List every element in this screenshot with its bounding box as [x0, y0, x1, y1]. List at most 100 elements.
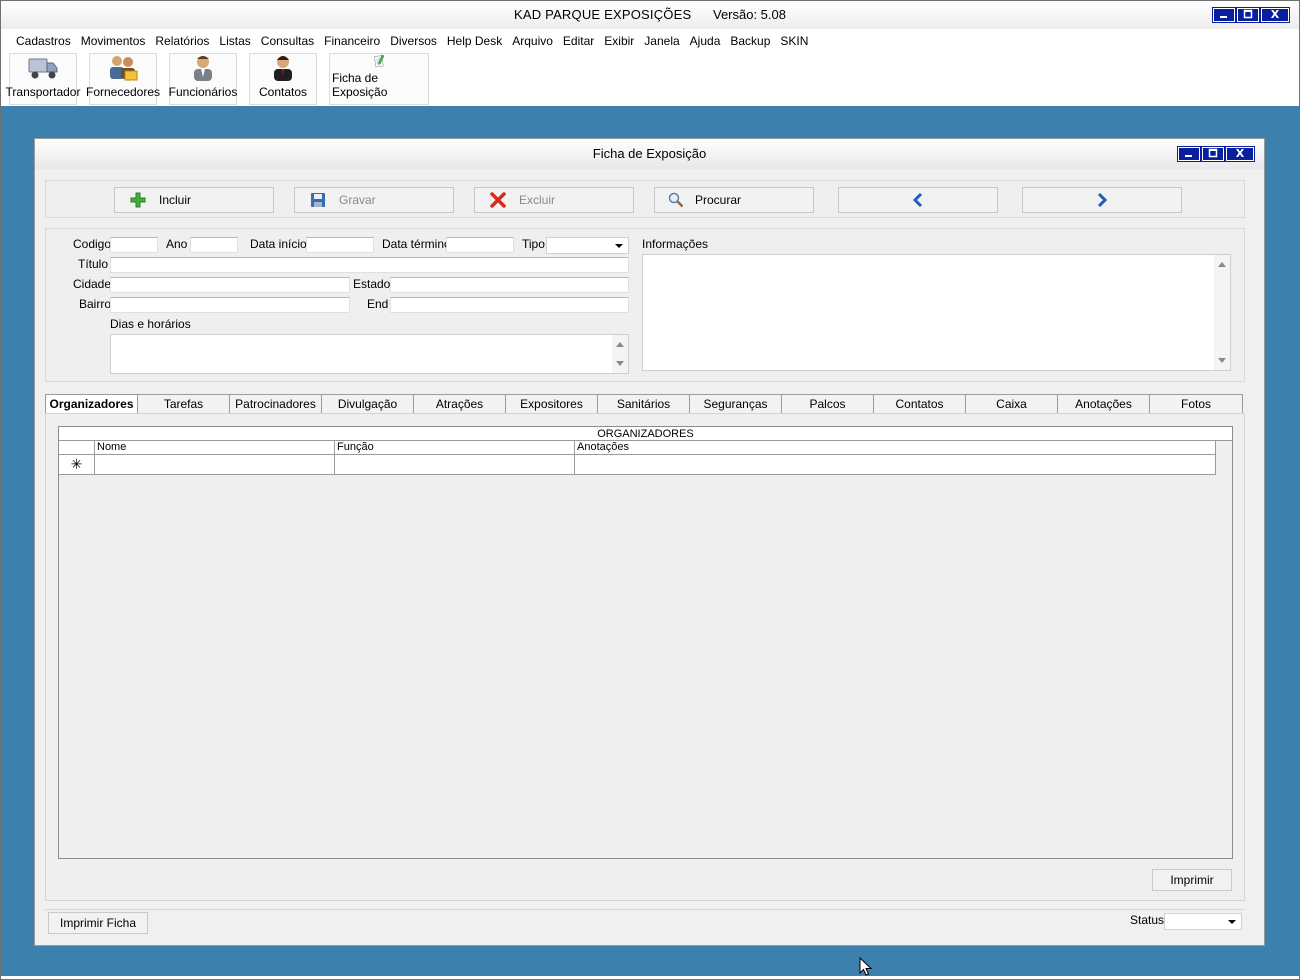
estado-label: Estado — [353, 277, 391, 291]
table-row: ✳ — [59, 455, 1216, 475]
maximize-icon — [1208, 148, 1218, 158]
data-inicio-field[interactable] — [306, 237, 374, 253]
estado-field[interactable] — [390, 277, 629, 293]
toolbar-funcionarios-button[interactable]: Funcionários — [169, 53, 237, 105]
cidade-field[interactable] — [110, 277, 350, 293]
menu-consultas[interactable]: Consultas — [256, 31, 319, 51]
cell-funcao[interactable] — [335, 455, 575, 475]
organizadores-grid[interactable]: ORGANIZADORES Nome Função Anotações ✳ — [58, 426, 1233, 859]
menu-relatorios[interactable]: Relatórios — [150, 31, 214, 51]
tab-fotos[interactable]: Fotos — [1149, 394, 1243, 414]
menu-listas[interactable]: Listas — [214, 31, 255, 51]
child-minimize-button[interactable] — [1177, 146, 1201, 162]
toolbar-funcionarios-label: Funcionários — [168, 85, 238, 99]
informacoes-label: Informações — [642, 237, 709, 251]
tab-tarefas[interactable]: Tarefas — [137, 394, 230, 414]
menu-exibir[interactable]: Exibir — [599, 31, 639, 51]
menu-diversos[interactable]: Diversos — [385, 31, 442, 51]
tab-caixa[interactable]: Caixa — [965, 394, 1058, 414]
incluir-button[interactable]: Incluir — [114, 187, 274, 213]
employee-icon — [194, 56, 212, 81]
tab-expositores[interactable]: Expositores — [505, 394, 598, 414]
informacoes-memo[interactable] — [642, 254, 1231, 371]
data-termino-field[interactable] — [446, 237, 514, 253]
ano-field[interactable] — [190, 237, 238, 253]
menu-movimentos[interactable]: Movimentos — [76, 31, 151, 51]
informacoes-scrollbar[interactable] — [1214, 255, 1230, 370]
end-field[interactable] — [390, 297, 629, 313]
bottom-divider — [45, 909, 1245, 910]
data-inicio-label: Data início — [250, 237, 307, 251]
new-row-indicator-icon: ✳ — [59, 455, 95, 475]
save-icon — [307, 189, 329, 211]
menu-financeiro[interactable]: Financeiro — [319, 31, 385, 51]
tab-patrocinadores[interactable]: Patrocinadores — [229, 394, 322, 414]
child-window-titlebar: Ficha de Exposição X — [35, 139, 1264, 169]
contact-icon — [274, 56, 292, 81]
toolbar-fornecedores-button[interactable]: Fornecedores — [86, 53, 160, 105]
toolbar-transportador-button[interactable]: Transportador — [6, 53, 80, 105]
gravar-label: Gravar — [339, 193, 376, 207]
tab-anotacoes[interactable]: Anotações — [1057, 394, 1150, 414]
tab-divulgacao[interactable]: Divulgação — [321, 394, 414, 414]
tab-segurancas[interactable]: Seguranças — [689, 394, 782, 414]
titulo-field[interactable] — [110, 257, 629, 273]
minimize-icon — [1185, 155, 1192, 157]
imprimir-ficha-button[interactable]: Imprimir Ficha — [48, 912, 148, 934]
mouse-pointer-icon — [859, 957, 873, 976]
column-header-funcao[interactable]: Função — [335, 441, 575, 455]
dias-horarios-scrollbar[interactable] — [612, 335, 628, 373]
app-minimize-button[interactable] — [1212, 7, 1236, 23]
excluir-button[interactable]: Excluir — [474, 187, 634, 213]
tab-strip: Organizadores Tarefas Patrocinadores Div… — [45, 394, 1245, 415]
codigo-label: Codigo — [73, 237, 112, 251]
app-close-button[interactable]: X — [1260, 7, 1290, 23]
dias-horarios-label: Dias e horários — [110, 317, 191, 331]
tab-organizadores[interactable]: Organizadores — [45, 394, 138, 415]
next-record-button[interactable] — [1022, 187, 1182, 213]
column-header-anotacoes[interactable]: Anotações — [575, 441, 1216, 455]
menu-editar[interactable]: Editar — [558, 31, 599, 51]
menu-ajuda[interactable]: Ajuda — [685, 31, 726, 51]
menu-arquivo[interactable]: Arquivo — [507, 31, 558, 51]
menu-skin[interactable]: SKIN — [775, 31, 813, 51]
tab-palcos[interactable]: Palcos — [781, 394, 874, 414]
cell-anotacoes[interactable] — [575, 455, 1216, 475]
chevron-right-icon — [1097, 193, 1108, 207]
tab-contatos[interactable]: Contatos — [873, 394, 966, 414]
chevron-down-icon — [1228, 920, 1236, 924]
truck-icon — [28, 58, 58, 79]
menu-janela[interactable]: Janela — [639, 31, 684, 51]
dias-horarios-memo[interactable] — [110, 334, 629, 374]
tipo-dropdown[interactable] — [546, 237, 629, 254]
child-window-title: Ficha de Exposição — [592, 146, 707, 161]
toolbar-contatos-button[interactable]: Contatos — [249, 53, 317, 105]
app-maximize-button[interactable] — [1236, 7, 1260, 23]
column-header-nome[interactable]: Nome — [95, 441, 335, 455]
tab-atracoes[interactable]: Atrações — [413, 394, 506, 414]
suppliers-icon — [110, 56, 138, 81]
toolbar-ficha-exposicao-button[interactable]: Ficha de Exposição — [329, 53, 429, 105]
child-close-button[interactable]: X — [1225, 146, 1255, 162]
menu-help-desk[interactable]: Help Desk — [442, 31, 507, 51]
app-title: KAD PARQUE EXPOSIÇÕES — [514, 7, 692, 22]
cell-nome[interactable] — [95, 455, 335, 475]
toolbar-contatos-label: Contatos — [258, 85, 308, 99]
status-dropdown[interactable] — [1164, 913, 1242, 930]
workspace-bottom-edge — [1, 976, 1299, 979]
bairro-field[interactable] — [110, 297, 350, 313]
previous-record-button[interactable] — [838, 187, 998, 213]
grid-title: ORGANIZADORES — [59, 427, 1232, 441]
titulo-label: Título — [78, 257, 109, 271]
app-titlebar: KAD PARQUE EXPOSIÇÕES Versão: 5.08 X — [1, 1, 1299, 29]
menu-backup[interactable]: Backup — [725, 31, 775, 51]
toolbar-ficha-exposicao-label: Ficha de Exposição — [332, 71, 388, 99]
procurar-button[interactable]: Procurar — [654, 187, 814, 213]
tab-sanitarios[interactable]: Sanitários — [597, 394, 690, 414]
organizadores-tab-panel: ORGANIZADORES Nome Função Anotações ✳ Im… — [45, 413, 1245, 901]
child-maximize-button[interactable] — [1201, 146, 1225, 162]
codigo-field[interactable] — [110, 237, 158, 253]
imprimir-button[interactable]: Imprimir — [1152, 869, 1232, 891]
menu-cadastros[interactable]: Cadastros — [11, 31, 76, 51]
gravar-button[interactable]: Gravar — [294, 187, 454, 213]
